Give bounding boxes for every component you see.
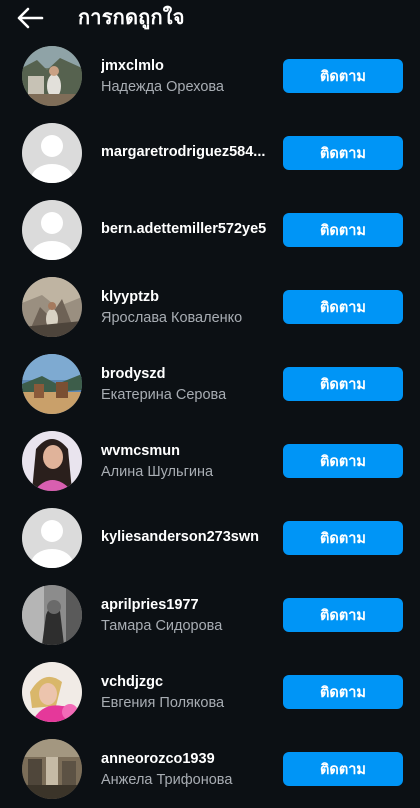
avatar[interactable] bbox=[22, 585, 82, 645]
list-item: klyyptzb Ярослава Коваленко ติดตาม bbox=[0, 269, 420, 346]
list-item: anneorozco1939 Анжела Трифонова ติดตาม bbox=[0, 731, 420, 808]
username[interactable]: jmxclmlo bbox=[101, 58, 164, 74]
username[interactable]: brodyszd bbox=[101, 366, 165, 382]
list-item: aprilpries1977 Тамара Сидорова ติดตาม bbox=[0, 577, 420, 654]
avatar[interactable] bbox=[22, 354, 82, 414]
username[interactable]: anneorozco1939 bbox=[101, 751, 215, 767]
follow-button[interactable]: ติดตาม bbox=[283, 59, 403, 93]
username[interactable]: wvmcsmun bbox=[101, 443, 180, 459]
full-name: Анжела Трифонова bbox=[101, 772, 233, 788]
full-name: Ярослава Коваленко bbox=[101, 310, 243, 326]
list-item: brodyszd Екатерина Серова ติดตาม bbox=[0, 346, 420, 423]
follow-button[interactable]: ติดตาม bbox=[283, 136, 403, 170]
follow-button[interactable]: ติดตาม bbox=[283, 213, 403, 247]
username[interactable]: kyliesanderson273swn bbox=[101, 529, 259, 545]
avatar[interactable] bbox=[22, 123, 82, 183]
list-item: bern.adettemiller572ye5 ติดตาม bbox=[0, 192, 420, 269]
full-name: Надежда Орехова bbox=[101, 79, 224, 95]
back-button[interactable] bbox=[16, 6, 44, 30]
full-name: Евгения Полякова bbox=[101, 695, 225, 711]
avatar[interactable] bbox=[22, 46, 82, 106]
likes-list: jmxclmlo Надежда Орехова ติดตาม margaret… bbox=[0, 38, 420, 808]
avatar[interactable] bbox=[22, 431, 82, 491]
full-name: Алина Шульгина bbox=[101, 464, 214, 480]
follow-button[interactable]: ติดตาม bbox=[283, 367, 403, 401]
avatar[interactable] bbox=[22, 200, 82, 260]
full-name: Тамара Сидорова bbox=[101, 618, 223, 634]
avatar[interactable] bbox=[22, 739, 82, 799]
list-item: wvmcsmun Алина Шульгина ติดตาม bbox=[0, 423, 420, 500]
page-title: การกดถูกใจ bbox=[78, 7, 185, 29]
top-bar: การกดถูกใจ bbox=[0, 0, 420, 38]
list-item: jmxclmlo Надежда Орехова ติดตาม bbox=[0, 38, 420, 115]
default-avatar-icon bbox=[22, 200, 82, 260]
username[interactable]: aprilpries1977 bbox=[101, 597, 199, 613]
follow-button[interactable]: ติดตาม bbox=[283, 598, 403, 632]
follow-button[interactable]: ติดตาม bbox=[283, 290, 403, 324]
list-item: margaretrodriguez584... ติดตาม bbox=[0, 115, 420, 192]
full-name: Екатерина Серова bbox=[101, 387, 227, 403]
default-avatar-icon bbox=[22, 123, 82, 183]
arrow-left-icon bbox=[17, 7, 44, 29]
list-item: kyliesanderson273swn ติดตาม bbox=[0, 500, 420, 577]
username[interactable]: klyyptzb bbox=[101, 289, 159, 305]
follow-button[interactable]: ติดตาม bbox=[283, 752, 403, 786]
username[interactable]: vchdjzgc bbox=[101, 674, 163, 690]
follow-button[interactable]: ติดตาม bbox=[283, 675, 403, 709]
username[interactable]: bern.adettemiller572ye5 bbox=[101, 221, 266, 237]
avatar[interactable] bbox=[22, 277, 82, 337]
follow-button[interactable]: ติดตาม bbox=[283, 444, 403, 478]
follow-button[interactable]: ติดตาม bbox=[283, 521, 403, 555]
avatar[interactable] bbox=[22, 508, 82, 568]
list-item: vchdjzgc Евгения Полякова ติดตาม bbox=[0, 654, 420, 731]
avatar[interactable] bbox=[22, 662, 82, 722]
username[interactable]: margaretrodriguez584... bbox=[101, 144, 265, 160]
default-avatar-icon bbox=[22, 508, 82, 568]
